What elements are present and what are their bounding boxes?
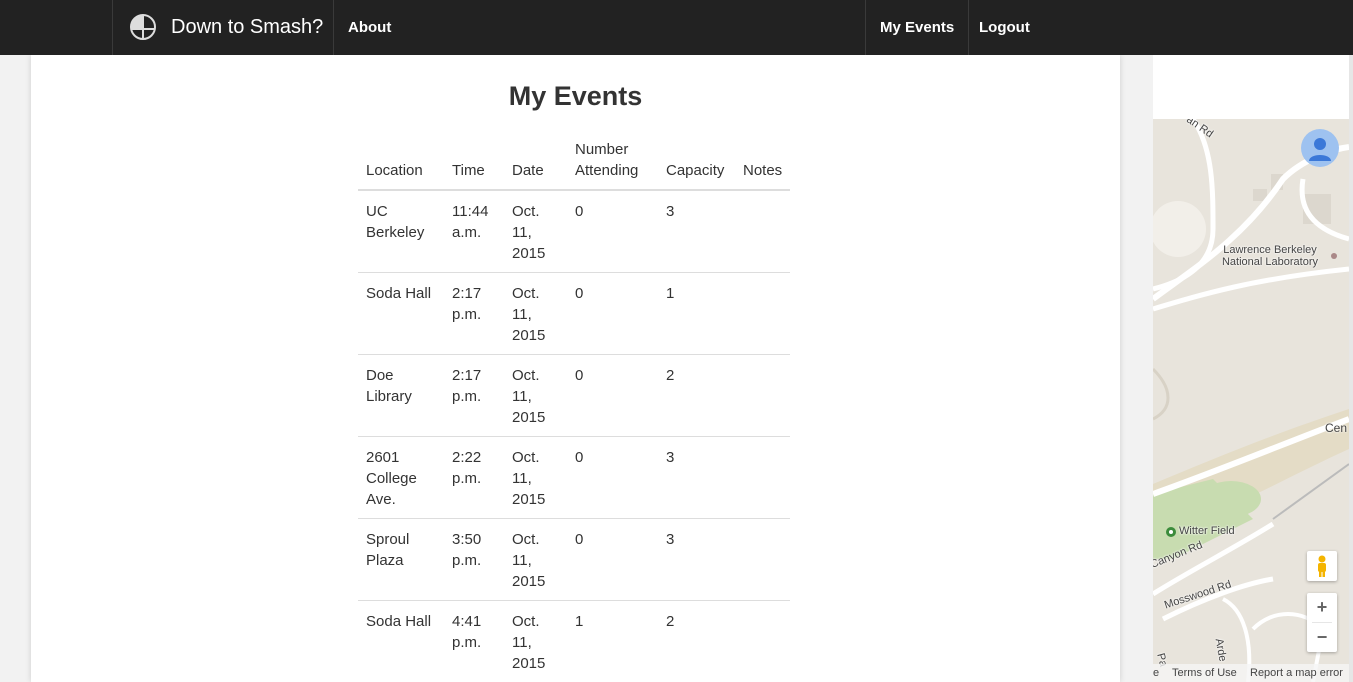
table-row: 2601 College Ave. 2:22 p.m. Oct. 11, 201… bbox=[358, 436, 791, 519]
map-terms-link[interactable]: Terms of Use bbox=[1172, 664, 1237, 682]
page-title: My Events bbox=[508, 81, 643, 111]
brand-link[interactable]: Down to Smash? bbox=[112, 0, 334, 55]
cell-time: 2:17 p.m. bbox=[444, 272, 504, 355]
table-row: Soda Hall 4:41 p.m. Oct. 11, 2015 1 2 bbox=[358, 601, 790, 682]
map-footer: e Terms of Use Report a map error bbox=[1153, 664, 1349, 682]
cell-location: 2601 College Ave. bbox=[358, 436, 444, 519]
cell-date: Oct. 11, 2015 bbox=[504, 436, 567, 519]
map-label-witter-field: Witter Field bbox=[1179, 525, 1235, 537]
zoom-in-button[interactable]: + bbox=[1307, 593, 1337, 622]
smash-ball-icon bbox=[130, 14, 156, 40]
cell-date: Oct. 11, 2015 bbox=[504, 518, 567, 601]
events-table: Location Time Date Number Attending Capa… bbox=[358, 135, 791, 682]
brand-title: Down to Smash? bbox=[171, 16, 324, 38]
map-label-lab: Lawrence Berkeley National Laboratory bbox=[1221, 244, 1318, 268]
cell-attending: 0 bbox=[567, 518, 658, 601]
top-navbar: Down to Smash? About My Events Logout bbox=[0, 0, 1353, 55]
nav-logout[interactable]: Logout bbox=[965, 0, 1044, 55]
cell-date: Oct. 11, 2015 bbox=[512, 613, 546, 672]
cell-date: Oct. 11, 2015 bbox=[504, 272, 567, 355]
cell-notes bbox=[735, 354, 791, 437]
header-date: Date bbox=[504, 135, 567, 191]
map-footer-e: e bbox=[1153, 667, 1160, 679]
main-panel: My Events Location Time Date Number Atte… bbox=[31, 55, 1120, 682]
cell-notes bbox=[735, 601, 790, 682]
zoom-control: + − bbox=[1307, 593, 1337, 652]
cell-capacity: 3 bbox=[658, 518, 735, 601]
header-capacity: Capacity bbox=[658, 135, 735, 191]
cell-capacity: 3 bbox=[658, 436, 735, 519]
map-report-error-link[interactable]: Report a map error bbox=[1250, 664, 1343, 682]
cell-date: Oct. 11, 2015 bbox=[504, 190, 567, 273]
cell-attending: 0 bbox=[567, 190, 658, 273]
cell-capacity: 2 bbox=[658, 354, 735, 437]
cell-location: UC Berkeley bbox=[358, 190, 444, 273]
table-row: Sproul Plaza 3:50 p.m. Oct. 11, 2015 0 3 bbox=[358, 518, 791, 601]
cell-notes bbox=[735, 190, 791, 273]
header-time: Time bbox=[444, 135, 504, 191]
cell-attending: 0 bbox=[567, 436, 658, 519]
page-scrollbar[interactable] bbox=[1349, 55, 1353, 682]
cell-time: 3:50 p.m. bbox=[444, 518, 504, 601]
cell-time: 2:22 p.m. bbox=[444, 436, 504, 519]
cell-location: Soda Hall bbox=[366, 613, 432, 630]
cell-capacity: 3 bbox=[658, 190, 735, 273]
header-number-attending: Number Attending bbox=[567, 135, 658, 191]
zoom-out-button[interactable]: − bbox=[1307, 623, 1337, 652]
nav-my-events[interactable]: My Events bbox=[865, 0, 970, 55]
table-row: Doe Library 2:17 p.m. Oct. 11, 2015 0 2 bbox=[358, 354, 791, 437]
cell-capacity: 2 bbox=[666, 613, 675, 630]
cell-location: Sproul Plaza bbox=[358, 518, 444, 601]
map-widget[interactable]: an Rd Lawrence Berkeley National Laborat… bbox=[1153, 119, 1349, 682]
table-row: Soda Hall 2:17 p.m. Oct. 11, 2015 0 1 bbox=[358, 272, 791, 355]
cell-time: 4:41 p.m. bbox=[452, 613, 482, 651]
cell-attending: 0 bbox=[567, 354, 658, 437]
header-location: Location bbox=[358, 135, 444, 191]
cell-notes bbox=[735, 436, 791, 519]
table-header-row: Location Time Date Number Attending Capa… bbox=[358, 135, 791, 191]
cell-time: 11:44 a.m. bbox=[444, 190, 504, 273]
header-notes: Notes bbox=[735, 135, 791, 191]
cell-location: Soda Hall bbox=[358, 272, 444, 355]
map-header-blank bbox=[1153, 55, 1349, 119]
table-row: UC Berkeley 11:44 a.m. Oct. 11, 2015 0 3 bbox=[358, 190, 791, 273]
cell-attending: 0 bbox=[567, 272, 658, 355]
cell-notes bbox=[735, 518, 791, 601]
cell-capacity: 1 bbox=[658, 272, 735, 355]
cell-time: 2:17 p.m. bbox=[444, 354, 504, 437]
map-label-cen: Cen bbox=[1325, 421, 1348, 435]
navbar-container: Down to Smash? About My Events Logout bbox=[112, 0, 1037, 55]
cell-date: Oct. 11, 2015 bbox=[504, 354, 567, 437]
street-view-pegman-icon[interactable] bbox=[1307, 551, 1337, 581]
nav-about[interactable]: About bbox=[334, 0, 405, 55]
cell-notes bbox=[735, 272, 791, 355]
cell-location: Doe Library bbox=[358, 354, 444, 437]
cell-attending: 1 bbox=[575, 613, 584, 630]
user-location-icon[interactable] bbox=[1301, 129, 1339, 167]
